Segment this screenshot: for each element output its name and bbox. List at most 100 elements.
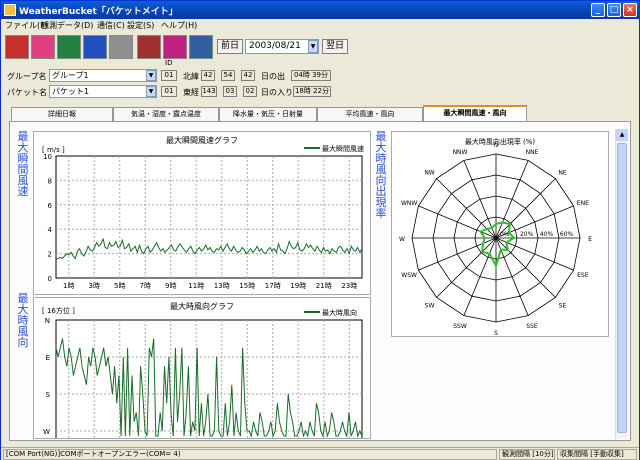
gust-xtick: 7時 bbox=[140, 282, 151, 290]
gust-xtick: 19時 bbox=[290, 282, 306, 290]
dir-ytick: W bbox=[43, 428, 50, 436]
status-bar: [COM Port(NG)]COMポートオープンエラー(COM= 4) 観測間隔… bbox=[1, 447, 639, 460]
app-icon bbox=[4, 4, 16, 16]
scroll-thumb[interactable] bbox=[617, 143, 627, 433]
radar-direction-label: WNW bbox=[401, 200, 417, 207]
lon-sec: 02 bbox=[243, 86, 257, 97]
chevron-down-icon[interactable]: ▼ bbox=[146, 86, 156, 97]
menu-comm[interactable]: 通信(C) bbox=[97, 20, 125, 31]
radar-direction-label: S bbox=[494, 330, 498, 336]
dir-y-label: [ 16方位 ] bbox=[42, 306, 75, 315]
gust-chart-svg: 最大瞬間風速グラフ [ m/s ] 最大瞬間風速 02468101時 3時 5時 7時… bbox=[42, 135, 364, 290]
gust-ytick: 8 bbox=[48, 177, 52, 185]
gust-ytick: 0 bbox=[48, 275, 52, 283]
chart-icon[interactable] bbox=[163, 35, 187, 59]
menu-settings[interactable]: 設定(S) bbox=[127, 20, 154, 31]
dir-ytick: N bbox=[45, 317, 50, 325]
minimize-button[interactable]: _ bbox=[591, 3, 605, 17]
radar-ring-label: 40% bbox=[540, 231, 554, 238]
radar-title: 最大時風向出現率 (%) bbox=[465, 137, 536, 146]
radar-direction-label: SSW bbox=[453, 323, 467, 330]
radar-direction-label: NNW bbox=[453, 149, 468, 156]
download-icon[interactable] bbox=[57, 35, 81, 59]
lon-min: 03 bbox=[223, 86, 237, 97]
dir-ytick: E bbox=[46, 354, 50, 362]
chevron-down-icon[interactable]: ▼ bbox=[146, 70, 156, 81]
collect-status: 収集間隔 [手動収集] bbox=[557, 449, 637, 460]
group-label: グループ名 bbox=[7, 72, 47, 81]
gust-ytick: 4 bbox=[48, 226, 53, 234]
dir-ytick: S bbox=[46, 391, 51, 399]
window-title: WeatherBucket「バケットメイト」 bbox=[19, 7, 178, 17]
close-button[interactable]: × bbox=[623, 3, 637, 17]
interval-status: 観測間隔 [10分] bbox=[499, 449, 555, 460]
calendar-icon[interactable] bbox=[31, 35, 55, 59]
sunrise-value: 04時 39分 bbox=[291, 70, 331, 81]
gust-chart: 最大瞬間風速グラフ [ m/s ] 最大瞬間風速 0 2 4 6 8 10 1時 3時 5時 7時… bbox=[33, 131, 371, 295]
group-select[interactable]: グループ1 bbox=[49, 69, 157, 82]
radar-ring-label: 20% bbox=[520, 231, 534, 238]
radar-ring-label: 60% bbox=[560, 231, 574, 238]
gust-xtick: 17時 bbox=[265, 282, 281, 290]
gust-xtick: 3時 bbox=[89, 282, 100, 290]
map-icon[interactable] bbox=[83, 35, 107, 59]
radar-direction-label: SE bbox=[559, 302, 567, 309]
menu-data[interactable]: 観測データ(D) bbox=[41, 20, 93, 31]
direction-chart: 最大時風向グラフ [ 16方位 ] 最大時風向 N E S W bbox=[33, 297, 371, 460]
dir-legend-label: 最大時風向 bbox=[322, 308, 357, 317]
scroll-up-icon[interactable]: ▲ bbox=[616, 129, 628, 141]
tab-temperature[interactable]: 気温・湿度・露点温度 bbox=[113, 107, 219, 121]
maximize-button[interactable]: □ bbox=[607, 3, 621, 17]
prev-day-button[interactable]: 前日 bbox=[217, 39, 243, 54]
radar-spoke bbox=[436, 237, 497, 298]
data-icon[interactable] bbox=[137, 35, 161, 59]
gust-xtick: 9時 bbox=[165, 282, 176, 290]
tab-avg-wind[interactable]: 平均風速・風向 bbox=[317, 107, 423, 121]
main-window: WeatherBucket「バケットメイト」 _ □ × ファイル(F) 観測デ… bbox=[0, 0, 640, 460]
radar-series bbox=[478, 221, 516, 269]
radar-spoke bbox=[495, 178, 556, 239]
toolbar bbox=[1, 32, 639, 62]
gust-legend-label: 最大瞬間風速 bbox=[322, 144, 364, 153]
latitude-label: 北緯 bbox=[183, 72, 199, 81]
tab-max-gust[interactable]: 最大瞬間風速・風向 bbox=[423, 105, 527, 122]
menu-help[interactable]: ヘルプ(H) bbox=[161, 20, 197, 31]
frequency-radar-chart: 最大時風向出現率 (%) N NNE NE ENE E ESE SE SSE S SSW SW WSW… bbox=[391, 131, 609, 337]
radar-direction-label: ESE bbox=[577, 272, 589, 279]
graph-icon[interactable] bbox=[5, 35, 29, 59]
radar-direction-label: WSW bbox=[401, 272, 417, 279]
window-icon[interactable] bbox=[109, 35, 133, 59]
id-label: ID bbox=[165, 59, 173, 67]
vertical-scrollbar[interactable]: ▲ bbox=[615, 129, 628, 439]
radar-spoke bbox=[495, 237, 556, 298]
radar-direction-label: NE bbox=[558, 170, 566, 177]
gust-xtick: 13時 bbox=[214, 282, 230, 290]
tab-precipitation[interactable]: 降水量・気圧・日射量 bbox=[219, 107, 317, 121]
gust-plot-area bbox=[55, 155, 363, 279]
packet-id: 01 bbox=[161, 86, 177, 97]
freq-side-title: 最大時風向出現率 bbox=[375, 130, 387, 220]
radar-direction-label: N bbox=[494, 142, 499, 149]
lat-min: 54 bbox=[221, 70, 235, 81]
packet-select[interactable]: パケット1 bbox=[49, 85, 157, 98]
radar-direction-label: SSE bbox=[526, 323, 538, 330]
packet-label: パケット名 bbox=[7, 88, 47, 97]
title-bar[interactable]: WeatherBucket「バケットメイト」 _ □ × bbox=[1, 1, 639, 19]
longitude-label: 東経 bbox=[183, 88, 199, 97]
com-status: [COM Port(NG)]COMポートオープンエラー(COM= 4) bbox=[3, 449, 497, 460]
gust-xtick: 11時 bbox=[188, 282, 204, 290]
lat-sec: 42 bbox=[241, 70, 255, 81]
sunset-label: 日の入り bbox=[261, 88, 293, 97]
radar-svg: 最大時風向出現率 (%) N NNE NE ENE E ESE SE SSE S SSW SW WSW… bbox=[399, 137, 592, 337]
gust-xtick: 15時 bbox=[239, 282, 255, 290]
group-id: 01 bbox=[161, 70, 177, 81]
chevron-down-icon[interactable]: ▼ bbox=[308, 40, 318, 53]
radar-direction-label: SW bbox=[425, 302, 435, 309]
dir-side-title: 最大時風向 bbox=[17, 292, 29, 349]
tab-daily-report[interactable]: 詳細日報 bbox=[11, 107, 113, 121]
gust-chart-title: 最大瞬間風速グラフ bbox=[166, 135, 238, 145]
lat-deg: 42 bbox=[201, 70, 215, 81]
network-icon[interactable] bbox=[189, 35, 213, 59]
menu-bar: ファイル(F) 観測データ(D) 通信(C) 設定(S) ヘルプ(H) bbox=[1, 19, 639, 32]
next-day-button[interactable]: 翌日 bbox=[322, 39, 348, 54]
